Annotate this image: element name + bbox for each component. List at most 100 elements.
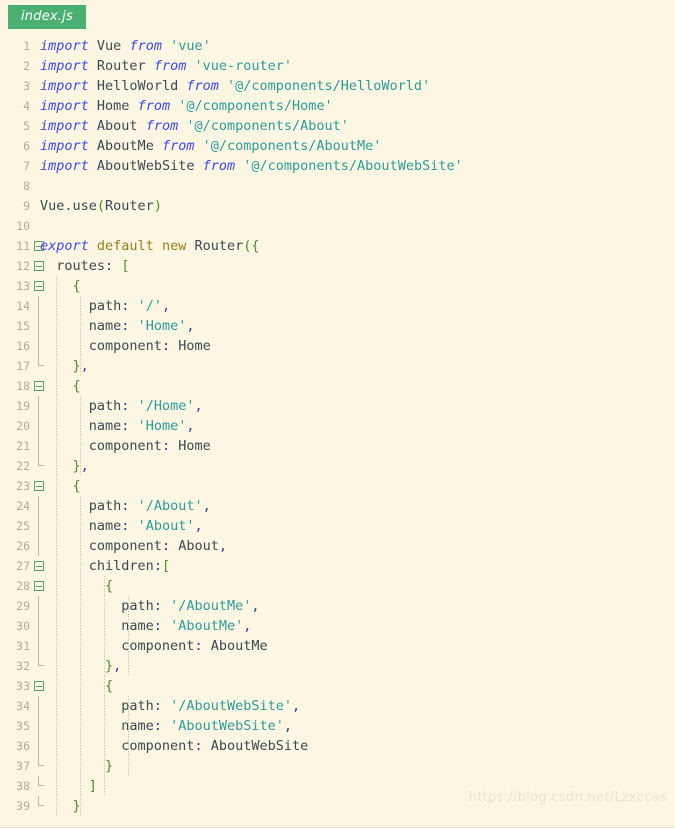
- token-id: [89, 138, 97, 154]
- code-line[interactable]: 24 path: '/About',: [0, 496, 675, 516]
- code-line[interactable]: 12 routes: [: [0, 256, 675, 276]
- token-id: [170, 338, 178, 354]
- code-line[interactable]: 26 component: About,: [0, 536, 675, 556]
- code-line[interactable]: 15 name: 'Home',: [0, 316, 675, 336]
- code-text: import AboutMe from '@/components/AboutM…: [40, 136, 381, 156]
- token-kw: from: [137, 98, 171, 114]
- fold-range-line: [38, 396, 39, 416]
- token-id: HelloWorld: [96, 78, 179, 94]
- code-line[interactable]: 37 }: [0, 756, 675, 776]
- code-line[interactable]: 33 {: [0, 676, 675, 696]
- token-punc: ({: [243, 238, 260, 254]
- code-line[interactable]: 21 component: Home: [0, 436, 675, 456]
- code-line[interactable]: 1 import Vue from 'vue': [0, 36, 675, 56]
- token-prop: routes: [56, 258, 106, 274]
- code-line[interactable]: 16 component: Home: [0, 336, 675, 356]
- code-line[interactable]: 28 {: [0, 576, 675, 596]
- code-line[interactable]: 5 import About from '@/components/About': [0, 116, 675, 136]
- code-line[interactable]: 14 path: '/',: [0, 296, 675, 316]
- code-editor-area[interactable]: 1 import Vue from 'vue' 2 import Router fro…: [0, 36, 675, 827]
- code-line[interactable]: 2 import Router from 'vue-router': [0, 56, 675, 76]
- token-id: [89, 78, 97, 94]
- token-punc: [: [161, 558, 171, 574]
- token-id: Vue.use: [40, 198, 97, 214]
- token-colon: ,: [202, 498, 211, 514]
- token-id: [162, 718, 170, 734]
- code-line[interactable]: 20 name: 'Home',: [0, 416, 675, 436]
- token-str: '/AboutWebSite': [170, 698, 292, 714]
- code-text: export default new Router({: [40, 236, 260, 256]
- token-id: [40, 458, 73, 474]
- line-number: 5: [23, 119, 30, 133]
- code-line[interactable]: 35 name: 'AboutWebSite',: [0, 716, 675, 736]
- token-id: Home: [96, 98, 130, 114]
- code-line[interactable]: 9 Vue.use(Router): [0, 196, 675, 216]
- token-id: [219, 78, 227, 94]
- line-number: 21: [16, 439, 30, 453]
- code-line[interactable]: 34 path: '/AboutWebSite',: [0, 696, 675, 716]
- fold-range-line: [38, 416, 39, 436]
- code-line[interactable]: 22 },: [0, 456, 675, 476]
- token-id: [40, 258, 56, 274]
- code-line[interactable]: 10: [0, 216, 675, 236]
- code-line[interactable]: 13 {: [0, 276, 675, 296]
- code-line[interactable]: 39 }: [0, 796, 675, 816]
- fold-range-line: [38, 716, 39, 736]
- token-id: [154, 238, 162, 254]
- token-id: About: [96, 118, 138, 134]
- code-line[interactable]: 30 name: 'AboutMe',: [0, 616, 675, 636]
- token-kw: import: [40, 38, 89, 54]
- code-text: component: Home: [40, 436, 211, 456]
- code-line[interactable]: 29 path: '/AboutMe',: [0, 596, 675, 616]
- fold-range-end-icon: [38, 796, 44, 806]
- code-line[interactable]: 4 import Home from '@/components/Home': [0, 96, 675, 116]
- code-line[interactable]: 3 import HelloWorld from '@/components/He…: [0, 76, 675, 96]
- code-line[interactable]: 7 import AboutWebSite from '@/components/…: [0, 156, 675, 176]
- token-id: [129, 318, 137, 334]
- fold-range-line: [38, 436, 39, 456]
- fold-range-line: [38, 296, 39, 316]
- token-id: [40, 378, 73, 394]
- token-id: [203, 738, 211, 754]
- token-str: 'AboutMe': [170, 618, 244, 634]
- code-line[interactable]: 31 component: AboutMe: [0, 636, 675, 656]
- token-id: [40, 578, 105, 594]
- token-id: [40, 618, 121, 634]
- token-colon: :: [161, 538, 171, 554]
- line-number: 9: [23, 199, 30, 213]
- code-line[interactable]: 38 ]: [0, 776, 675, 796]
- token-colon: ,: [251, 598, 260, 614]
- line-number: 1: [23, 39, 30, 53]
- code-line[interactable]: 23 {: [0, 476, 675, 496]
- code-line[interactable]: 27 children:[: [0, 556, 675, 576]
- token-punc: }: [105, 658, 114, 674]
- code-text: name: 'Home',: [40, 416, 195, 436]
- token-str: '@/components/About': [186, 118, 349, 134]
- line-number: 15: [16, 319, 30, 333]
- code-line[interactable]: 25 name: 'About',: [0, 516, 675, 536]
- token-id: [40, 318, 89, 334]
- code-text: import About from '@/components/About': [40, 116, 349, 136]
- token-colon: :: [161, 338, 171, 354]
- tab-index-js[interactable]: index.js: [8, 5, 86, 29]
- token-punc: {: [72, 478, 81, 494]
- code-line[interactable]: 19 path: '/Home',: [0, 396, 675, 416]
- token-kw: import: [40, 158, 89, 174]
- code-line[interactable]: 8: [0, 176, 675, 196]
- line-number: 14: [16, 299, 30, 313]
- code-line[interactable]: 18 {: [0, 376, 675, 396]
- token-id: [89, 58, 97, 74]
- token-id: [40, 298, 89, 314]
- code-line[interactable]: 32 },: [0, 656, 675, 676]
- code-line[interactable]: 17 },: [0, 356, 675, 376]
- token-punc: ): [153, 198, 162, 214]
- code-line[interactable]: 6 import AboutMe from '@/components/About…: [0, 136, 675, 156]
- token-kw: import: [40, 118, 89, 134]
- code-viewer-window: index.js 1 import Vue from 'vue' 2 import R…: [0, 0, 675, 828]
- code-text: import Home from '@/components/Home': [40, 96, 333, 116]
- code-line[interactable]: 11 export default new Router({: [0, 236, 675, 256]
- code-line[interactable]: 36 component: AboutWebSite: [0, 736, 675, 756]
- line-number: 3: [23, 79, 30, 93]
- token-id: [40, 438, 89, 454]
- line-number: 16: [16, 339, 30, 353]
